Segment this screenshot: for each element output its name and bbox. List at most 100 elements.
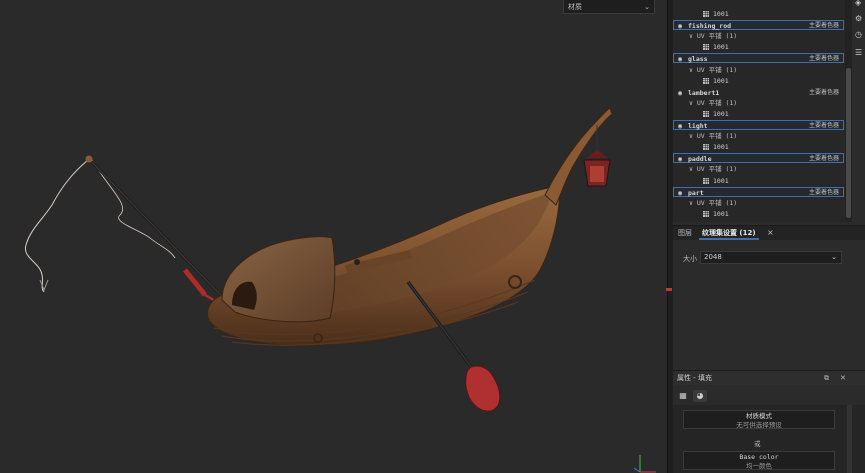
- grid-icon: [703, 44, 709, 51]
- uv-tile-row[interactable]: 1001: [673, 109, 844, 119]
- material-mode-label: 材质模式: [746, 412, 772, 420]
- texture-set-row[interactable]: ◉ fishing_rod 主要着色器: [673, 20, 844, 31]
- eye-icon[interactable]: ◉: [678, 121, 682, 131]
- float-window-icon[interactable]: ⧉: [824, 371, 829, 385]
- uv-tile-number: 1001: [713, 76, 729, 85]
- uv-tiles-row[interactable]: ∨ UV 平铺 (1): [673, 131, 844, 141]
- base-color-label: Base color: [739, 453, 779, 461]
- material-mode-hint: 无可供选择预设: [736, 421, 782, 429]
- shader-label[interactable]: 主要着色器: [809, 154, 839, 164]
- shader-label[interactable]: 主要着色器: [809, 88, 839, 98]
- uv-tile-row[interactable]: 1001: [673, 142, 844, 152]
- eye-icon[interactable]: ◉: [678, 88, 682, 98]
- base-color-button[interactable]: Base color 均一颜色: [683, 451, 835, 470]
- texture-set-row[interactable]: ◉ paddle 主要着色器: [673, 153, 844, 164]
- material-mode-button[interactable]: 材质模式 无可供选择预设: [683, 410, 835, 429]
- uv-tile-row[interactable]: 1001: [673, 176, 844, 186]
- boat-model-render[interactable]: [0, 0, 667, 473]
- grid-icon: [703, 110, 709, 117]
- texture-set-name: light: [688, 122, 708, 130]
- properties-title: 属性 - 填充: [677, 374, 712, 382]
- eye-icon[interactable]: ◉: [678, 21, 682, 31]
- chevron-down-icon: ⌄: [644, 3, 650, 11]
- axis-gizmo: [633, 455, 656, 473]
- uv-tiles-row[interactable]: ∨ UV 平铺 (1): [673, 98, 844, 108]
- size-select[interactable]: 2048 ⌄: [700, 251, 842, 264]
- uv-tile-row[interactable]: 1001: [673, 9, 844, 19]
- or-separator: 或: [754, 440, 761, 448]
- viewport-3d[interactable]: 材质 ⌄: [0, 0, 667, 473]
- history-icon[interactable]: ◷: [855, 30, 862, 39]
- texture-list-scroll-thumb[interactable]: [846, 68, 851, 218]
- uv-tile-number: 1001: [713, 43, 729, 52]
- splitter-grip[interactable]: [666, 288, 672, 291]
- close-icon[interactable]: ✕: [840, 371, 846, 385]
- shader-label[interactable]: 主要着色器: [809, 54, 839, 64]
- base-color-hint: 均一颜色: [746, 462, 772, 470]
- uv-tile-number: 1001: [713, 109, 729, 118]
- uv-tiles-label: ∨ UV 平铺 (1): [689, 32, 738, 41]
- uv-tiles-label: ∨ UV 平铺 (1): [689, 65, 738, 74]
- shader-label[interactable]: 主要着色器: [809, 121, 839, 131]
- uv-tiles-label: ∨ UV 平铺 (1): [689, 165, 738, 174]
- eye-icon[interactable]: ◉: [678, 54, 682, 64]
- texture-set-name: part: [688, 188, 704, 197]
- texture-set-name: glass: [688, 55, 708, 64]
- fill-settings-icon[interactable]: ▦: [676, 390, 690, 402]
- uv-tile: 1001: [703, 9, 729, 19]
- eye-icon[interactable]: ◉: [678, 188, 682, 198]
- close-icon[interactable]: ×: [767, 226, 774, 240]
- properties-scrollbar[interactable]: [847, 405, 852, 473]
- eye-icon[interactable]: ◉: [678, 154, 682, 164]
- settings-icon[interactable]: ⚙: [855, 14, 862, 23]
- grid-icon: [703, 144, 709, 151]
- chevron-down-icon: ⌄: [831, 253, 837, 261]
- texture-set-row[interactable]: ◉ glass 主要着色器: [673, 53, 844, 64]
- properties-tabs: ▦ ◕: [673, 388, 865, 404]
- tab-layers[interactable]: 图层: [678, 226, 692, 240]
- properties-header: 属性 - 填充 ⧉ ✕: [673, 370, 865, 385]
- view-mode-label: 材质: [568, 3, 582, 11]
- uv-tile-number: 1001: [713, 176, 729, 185]
- uv-tile: 1001: [703, 109, 729, 119]
- uv-tiles-row[interactable]: ∨ UV 平铺 (1): [673, 65, 844, 75]
- uv-tile-row[interactable]: 1001: [673, 209, 844, 219]
- texture-set-list[interactable]: 1001 ◉ fishing_rod 主要着色器 ∨ UV 平铺 (1) 1001 ◉ gla…: [673, 0, 845, 222]
- uv-tiles-row[interactable]: ∨ UV 平铺 (1): [673, 198, 844, 208]
- grid-icon: [703, 210, 709, 217]
- uv-tile-number: 1001: [713, 143, 729, 152]
- material-sphere-icon[interactable]: ◕: [693, 390, 707, 402]
- shader-label[interactable]: 主要着色器: [809, 188, 839, 198]
- uv-tiles-row[interactable]: ∨ UV 平铺 (1): [673, 164, 844, 174]
- panel-tabs: 图层 纹理集设置 (12) ×: [673, 225, 865, 240]
- view-mode-dropdown[interactable]: 材质 ⌄: [563, 0, 655, 14]
- tab-texture-set-settings[interactable]: 纹理集设置 (12): [699, 226, 759, 240]
- uv-tiles-label: ∨ UV 平铺 (1): [689, 98, 738, 107]
- uv-tile: 1001: [703, 76, 729, 86]
- uv-tiles-label: ∨ UV 平铺 (1): [689, 132, 738, 141]
- uv-tiles-label: ∨ UV 平铺 (1): [689, 198, 738, 207]
- uv-tiles-row[interactable]: ∨ UV 平铺 (1): [673, 31, 844, 41]
- list-icon[interactable]: ☰: [855, 48, 862, 57]
- size-label: 大小: [683, 255, 697, 263]
- uv-tile: 1001: [703, 176, 729, 186]
- texture-set-name: lambert1: [688, 88, 720, 97]
- uv-tile-row[interactable]: 1001: [673, 76, 844, 86]
- texture-set-row[interactable]: ◉ part 主要着色器: [673, 186, 844, 198]
- grid-icon: [703, 177, 709, 184]
- uv-tile-row[interactable]: 1001: [673, 42, 844, 52]
- uv-tile: 1001: [703, 209, 729, 219]
- texture-set-row[interactable]: ◉ lambert1 主要着色器: [673, 87, 844, 97]
- grid-icon: [703, 77, 709, 84]
- size-value: 2048: [704, 253, 722, 261]
- shader-label[interactable]: 主要着色器: [809, 21, 839, 31]
- layers-icon[interactable]: ◈: [855, 0, 861, 7]
- uv-tile: 1001: [703, 142, 729, 152]
- uv-tile: 1001: [703, 42, 729, 52]
- uv-tile-number: 1001: [713, 209, 729, 218]
- texture-set-name: paddle: [688, 155, 712, 164]
- texture-set-row[interactable]: ◉ light 主要着色器: [673, 120, 844, 130]
- uv-tile-number: 1001: [713, 10, 729, 18]
- texture-set-name: fishing_rod: [688, 22, 732, 31]
- grid-icon: [703, 11, 709, 17]
